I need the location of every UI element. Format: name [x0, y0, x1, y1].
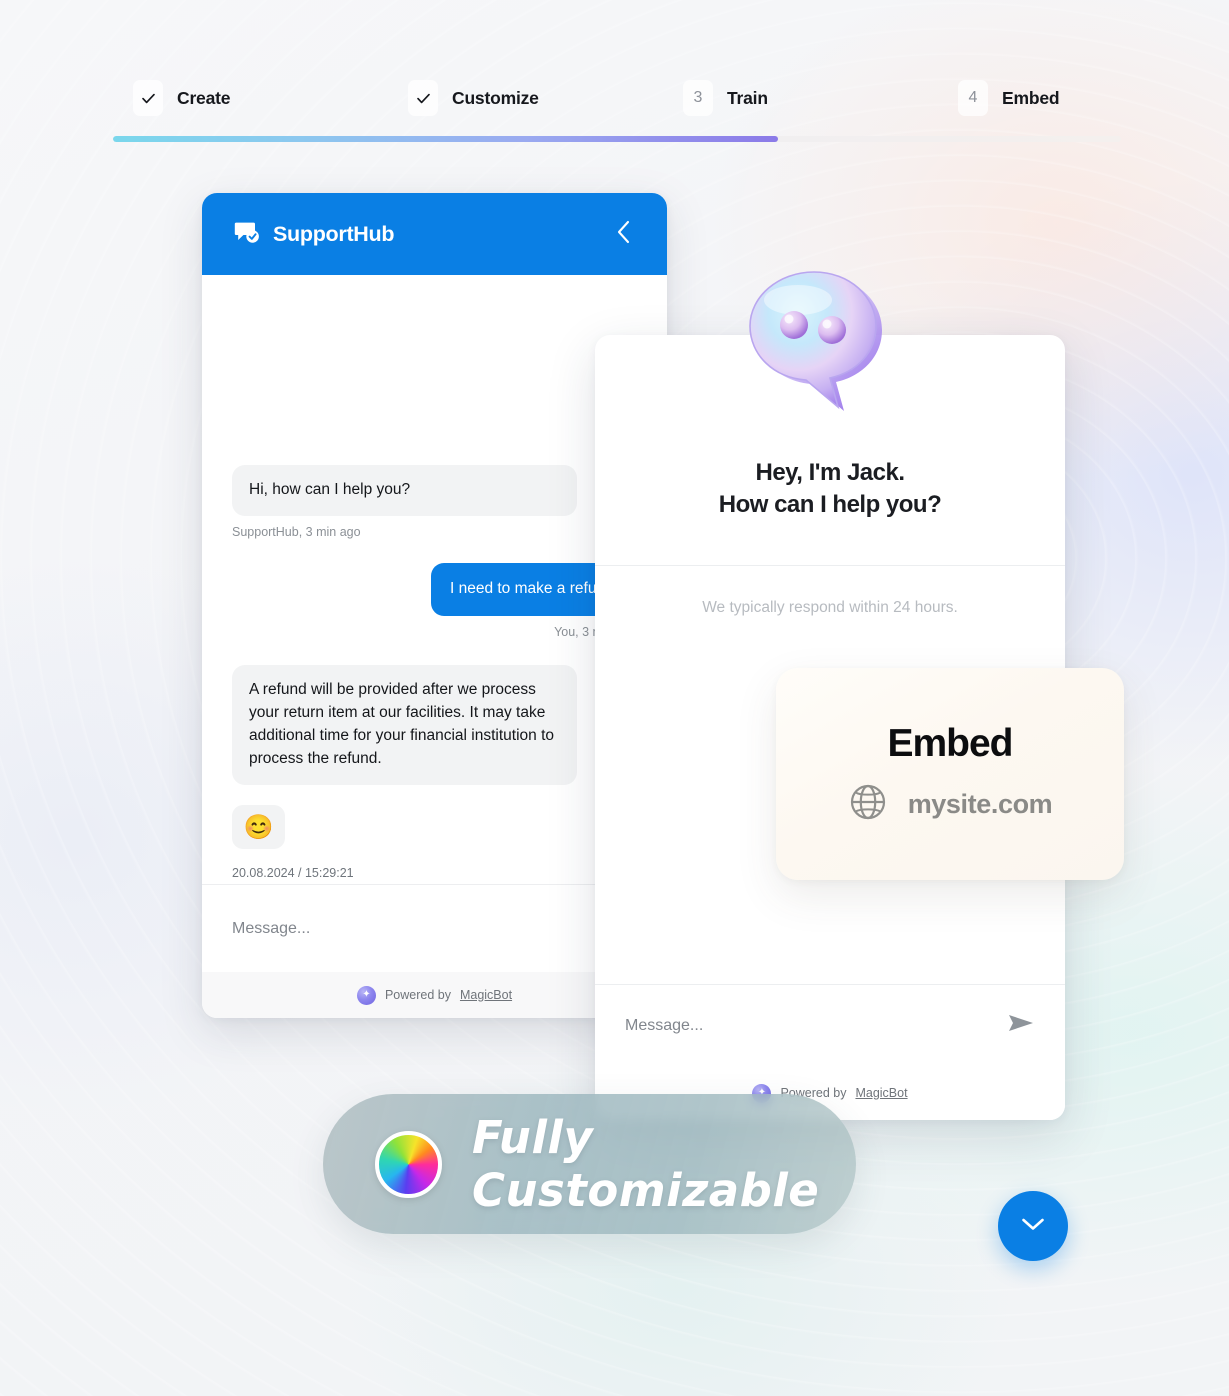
message-timestamp: 20.08.2024 / 15:29:21: [232, 866, 354, 880]
message-reaction[interactable]: 😊: [232, 805, 285, 849]
color-wheel-icon: [375, 1130, 442, 1198]
chat-check-icon: [234, 219, 260, 250]
step-train[interactable]: 3 Train: [683, 74, 768, 122]
globe-icon: [848, 782, 888, 827]
magicbot-link[interactable]: MagicBot: [460, 988, 512, 1002]
chat-brand-name: SupportHub: [273, 221, 395, 246]
greeting-subtitle: We typically respond within 24 hours.: [702, 598, 958, 616]
magicbot-link[interactable]: MagicBot: [855, 1086, 907, 1100]
embed-card-url-row: mysite.com: [848, 782, 1053, 827]
greeting-header: Hey, I'm Jack. How can I help you? We ty…: [595, 335, 1065, 617]
step-create-label: Create: [177, 87, 231, 108]
greeting-title-line1: Hey, I'm Jack.: [755, 459, 905, 486]
message-row-bot-2: A refund will be provided after we proce…: [232, 665, 637, 880]
fully-customizable-label: Fully Customizable: [472, 1111, 820, 1217]
step-train-label: Train: [727, 87, 768, 108]
step-customize[interactable]: Customize: [408, 74, 539, 122]
greeting-composer: [595, 984, 1065, 1066]
greeting-message-input[interactable]: [625, 1016, 1007, 1035]
powered-by-label: Powered by: [384, 988, 451, 1002]
step-embed-number: 4: [958, 80, 988, 116]
step-embed[interactable]: 4 Embed: [958, 74, 1060, 122]
message-meta: SupportHub, 3 min ago: [232, 525, 361, 540]
greeting-title-line2: How can I help you?: [718, 490, 942, 518]
onboarding-stepper: Create Customize 3 Train 4 Embed: [113, 74, 1121, 122]
message-bubble: Hi, how can I help you?: [232, 465, 577, 517]
page-root: Create Customize 3 Train 4 Embed Support…: [0, 0, 1229, 1396]
step-customize-check-icon: [408, 80, 438, 116]
message-input[interactable]: [232, 919, 637, 938]
progress-bar: [113, 136, 1121, 142]
message-row-bot-1: Hi, how can I help you? SupportHub, 3 mi…: [232, 465, 637, 539]
magicbot-sparkle-icon: ✦: [356, 985, 376, 1005]
message-bubble: A refund will be provided after we proce…: [232, 665, 577, 785]
message-row-user-1: I need to make a refund. You, 3 min ago: [232, 563, 637, 639]
step-train-number: 3: [683, 80, 713, 116]
send-icon[interactable]: [1007, 1011, 1035, 1040]
chat-widget-header: SupportHub: [202, 193, 667, 275]
chat-brand: SupportHub: [234, 219, 395, 250]
fully-customizable-badge: Fully Customizable: [323, 1094, 856, 1234]
embed-card: Embed mysite.com: [776, 668, 1124, 880]
collapse-chat-button[interactable]: [998, 1191, 1068, 1261]
step-create-check-icon: [133, 80, 163, 116]
progress-bar-fill: [113, 136, 779, 142]
step-create[interactable]: Create: [133, 74, 230, 122]
embed-card-url: mysite.com: [907, 788, 1053, 819]
step-customize-label: Customize: [452, 87, 539, 108]
chevron-left-icon[interactable]: [607, 213, 641, 256]
chevron-down-icon: [1021, 1217, 1045, 1235]
step-embed-label: Embed: [1002, 87, 1060, 108]
embed-card-title: Embed: [887, 721, 1013, 765]
